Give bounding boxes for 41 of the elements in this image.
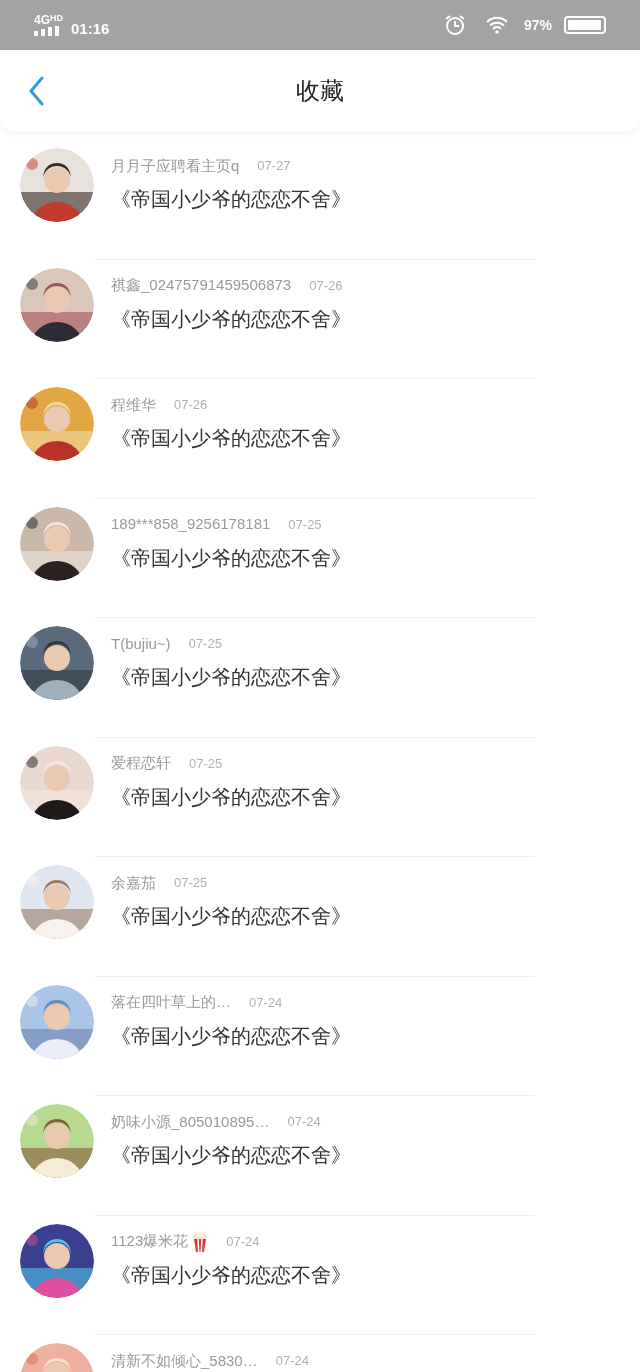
network-hd-label: HD	[50, 14, 63, 23]
status-time: 01:16	[71, 18, 110, 39]
wifi-icon	[485, 16, 508, 34]
book-title: 《帝国小少爷的恋恋不舍》	[111, 1143, 351, 1168]
date: 07-24	[249, 993, 283, 1012]
username: 祺鑫_02475791459506873	[111, 275, 292, 296]
date: 07-25	[189, 754, 223, 773]
book-title: 《帝国小少爷的恋恋不舍》	[111, 1262, 351, 1288]
username: 程维华	[111, 394, 156, 415]
book-title: 《帝国小少爷的恋恋不舍》	[111, 545, 351, 571]
book-title: 《帝国小少爷的恋恋不舍》	[111, 665, 351, 690]
username: 月月子应聘看主页q	[111, 155, 240, 176]
date: 07-25	[174, 874, 208, 893]
signal-icon	[34, 26, 60, 36]
date: 07-24	[287, 1113, 321, 1132]
book-title: 《帝国小少爷的恋恋不舍》	[111, 306, 351, 332]
book-title: 《帝国小少爷的恋恋不舍》	[111, 1023, 351, 1049]
username: 189***858_9256178181	[111, 514, 271, 535]
date: 07-24	[226, 1232, 260, 1251]
username: 1123爆米花	[111, 1231, 189, 1252]
book-title: 《帝国小少爷的恋恋不舍》	[111, 187, 351, 212]
username: 奶味小源_805010895…	[111, 1111, 270, 1132]
battery-percent: 97%	[523, 15, 552, 35]
username: T(bujiu~)	[111, 633, 171, 654]
date: 07-26	[174, 396, 208, 415]
date: 07-25	[188, 635, 222, 654]
alarm-icon	[443, 14, 466, 36]
date: 07-25	[288, 515, 322, 534]
network-label: 4G	[34, 14, 50, 26]
date: 07-27	[257, 157, 291, 176]
username: 清新不如倾心_5830…	[111, 1350, 258, 1371]
date: 07-24	[275, 1352, 309, 1371]
username: 爱程恋轩	[111, 753, 171, 774]
book-title: 《帝国小少爷的恋恋不舍》	[111, 784, 351, 810]
book-title: 《帝国小少爷的恋恋不舍》	[111, 904, 351, 929]
book-title: 《帝国小少爷的恋恋不舍》	[111, 426, 351, 451]
date: 07-26	[309, 276, 343, 295]
username: 余嘉茄	[111, 872, 156, 893]
page-title: 收藏	[296, 76, 344, 106]
username: 落在四叶草上的…	[111, 992, 231, 1013]
battery-icon	[564, 16, 606, 34]
